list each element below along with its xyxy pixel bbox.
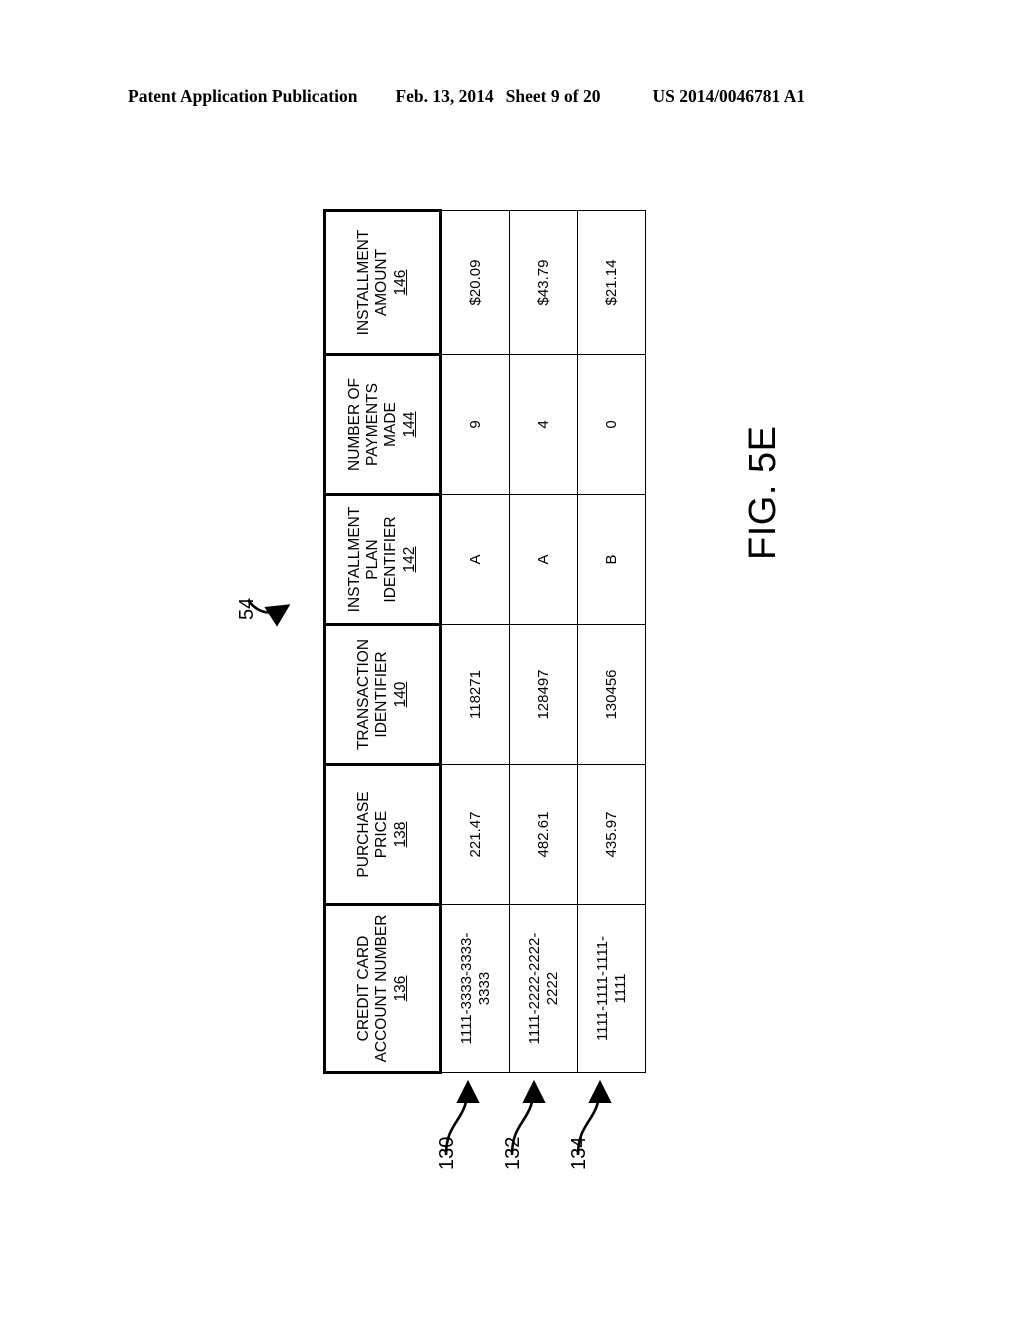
cell-number-of-payments-made: 9 <box>440 354 510 495</box>
reference-numeral-54: 54 <box>236 597 258 620</box>
installment-plan-table: CREDIT CARD ACCOUNT NUMBER 136 PURCHASE … <box>323 210 646 1074</box>
table-row: 1111-3333-3333- 3333 221.47 118271 A 9 $… <box>440 210 510 1073</box>
column-header-transaction-identifier: TRANSACTION IDENTIFIER 140 <box>324 624 441 765</box>
header-ref-146: 146 <box>391 269 409 296</box>
header-line-2: PAYMENTS <box>364 383 382 466</box>
header-line-2: PLAN <box>364 539 382 580</box>
cell-transaction-identifier: 118271 <box>440 624 510 765</box>
cell-number-of-payments-made: 4 <box>509 354 578 495</box>
cell-credit-card-account-number: 1111-2222-2222- 2222 <box>509 904 578 1073</box>
header-line-2: IDENTIFIER <box>373 651 391 738</box>
header-line-1: CREDIT CARD <box>355 935 373 1042</box>
data-table: CREDIT CARD ACCOUNT NUMBER 136 PURCHASE … <box>323 209 646 1074</box>
header-line-2: ACCOUNT NUMBER <box>373 914 391 1063</box>
cell-credit-card-account-number: 1111-3333-3333- 3333 <box>440 904 510 1073</box>
header-ref-140: 140 <box>391 681 409 708</box>
cell-purchase-price: 435.97 <box>577 764 646 905</box>
table-row: 1111-2222-2222- 2222 482.61 128497 A 4 $… <box>509 210 578 1073</box>
cell-transaction-identifier: 128497 <box>509 624 578 765</box>
figure-5e: CREDIT CARD ACCOUNT NUMBER 136 PURCHASE … <box>0 0 1024 1320</box>
header-line-2: AMOUNT <box>373 248 391 317</box>
column-header-number-of-payments-made: NUMBER OF PAYMENTS MADE 144 <box>324 354 441 495</box>
header-ref-142: 142 <box>400 546 418 573</box>
cell-installment-amount: $21.14 <box>577 210 646 355</box>
header-ref-138: 138 <box>391 821 409 848</box>
header-line-3: MADE <box>382 402 399 447</box>
table-header-row: CREDIT CARD ACCOUNT NUMBER 136 PURCHASE … <box>324 210 441 1073</box>
header-line-1: PURCHASE <box>355 791 373 878</box>
cell-number-of-payments-made: 0 <box>577 354 646 495</box>
header-line-3: IDENTIFIER <box>382 516 399 603</box>
header-line-1: TRANSACTION <box>355 638 373 751</box>
header-line-2: PRICE <box>373 810 391 859</box>
column-header-installment-amount: INSTALLMENT AMOUNT 146 <box>324 210 441 355</box>
cell-purchase-price: 221.47 <box>440 764 510 905</box>
cell-purchase-price: 482.61 <box>509 764 578 905</box>
cell-installment-plan-identifier: B <box>577 494 646 625</box>
cell-credit-card-account-number: 1111-1111-1111- 1111 <box>577 904 646 1073</box>
column-header-installment-plan-identifier: INSTALLMENT PLAN IDENTIFIER 142 <box>324 494 441 625</box>
header-ref-136: 136 <box>391 975 409 1002</box>
cell-transaction-identifier: 130456 <box>577 624 646 765</box>
column-header-purchase-price: PURCHASE PRICE 138 <box>324 764 441 905</box>
reference-numeral-132: 132 <box>502 1136 524 1170</box>
cell-installment-amount: $43.79 <box>509 210 578 355</box>
reference-numeral-134: 134 <box>568 1136 590 1170</box>
header-line-1: INSTALLMENT <box>346 506 364 613</box>
figure-caption: FIG. 5E <box>742 425 784 560</box>
header-ref-144: 144 <box>400 411 418 438</box>
column-header-credit-card-account-number: CREDIT CARD ACCOUNT NUMBER 136 <box>324 904 441 1073</box>
table-row: 1111-1111-1111- 1111 435.97 130456 B 0 $… <box>577 210 646 1073</box>
cell-installment-amount: $20.09 <box>440 210 510 355</box>
cell-installment-plan-identifier: A <box>440 494 510 625</box>
reference-numeral-130: 130 <box>436 1136 458 1170</box>
cell-installment-plan-identifier: A <box>509 494 578 625</box>
header-line-1: INSTALLMENT <box>355 229 373 336</box>
header-line-1: NUMBER OF <box>346 378 364 471</box>
